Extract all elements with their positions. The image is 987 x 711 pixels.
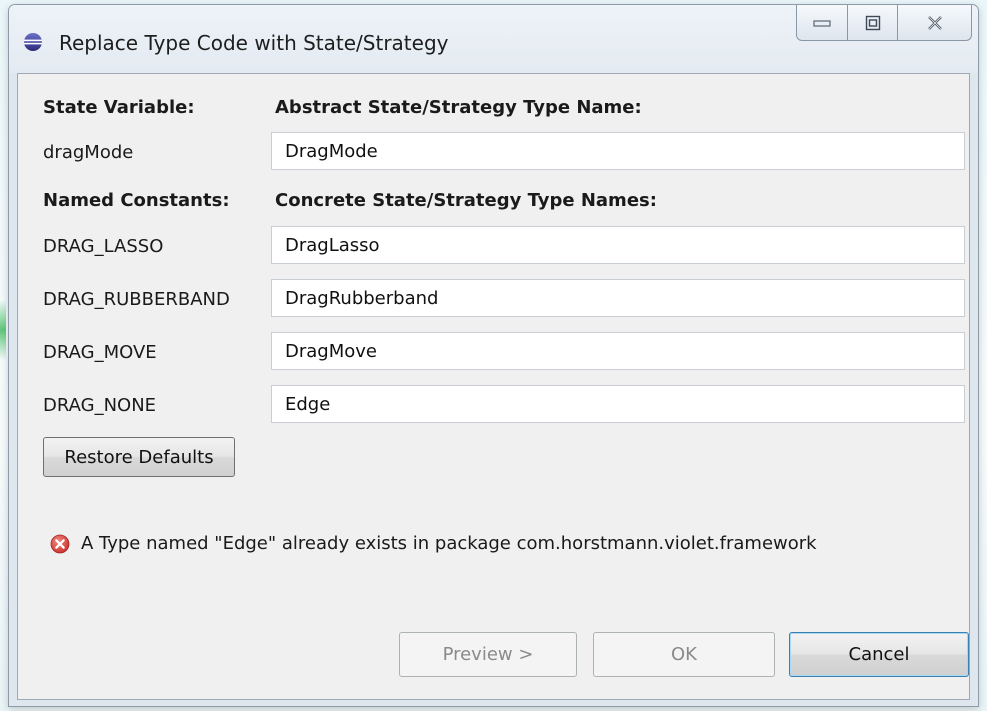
title-bar[interactable]: Replace Type Code with State/Strategy — [9, 5, 978, 73]
concrete-type-input-drag-lasso[interactable] — [271, 226, 965, 264]
abstract-type-name-input[interactable] — [271, 132, 965, 170]
concrete-type-input-drag-move[interactable] — [271, 332, 965, 370]
cancel-button[interactable]: Cancel — [789, 632, 969, 677]
concrete-type-input-drag-rubberband[interactable] — [271, 279, 965, 317]
constant-label-drag-rubberband: DRAG_RUBBERBAND — [43, 289, 230, 310]
window-controls — [796, 5, 972, 43]
concrete-type-names-header: Concrete State/Strategy Type Names: — [275, 190, 657, 211]
concrete-type-input-drag-none[interactable] — [271, 385, 965, 423]
named-constants-header: Named Constants: — [43, 190, 230, 211]
preview-button[interactable]: Preview > — [399, 632, 577, 677]
constant-label-drag-none: DRAG_NONE — [43, 395, 157, 416]
close-icon — [927, 15, 942, 30]
error-message: A Type named "Edge" already exists in pa… — [81, 533, 817, 554]
maximize-button[interactable] — [848, 5, 898, 41]
state-variable-label: dragMode — [43, 142, 134, 163]
dialog-content: State Variable: Abstract State/Strategy … — [17, 73, 970, 700]
maximize-icon — [865, 15, 880, 30]
close-button[interactable] — [898, 5, 972, 41]
constant-label-drag-move: DRAG_MOVE — [43, 342, 157, 363]
dialog-window: Replace Type Code with State/Strategy St… — [8, 4, 979, 707]
minimize-button[interactable] — [796, 5, 848, 41]
ok-button[interactable]: OK — [593, 632, 775, 677]
minimize-icon — [813, 19, 831, 27]
eclipse-icon — [24, 33, 42, 51]
window-title: Replace Type Code with State/Strategy — [59, 31, 449, 55]
abstract-type-name-header: Abstract State/Strategy Type Name: — [275, 97, 642, 118]
restore-defaults-button[interactable]: Restore Defaults — [43, 437, 235, 477]
desktop-accent — [0, 300, 6, 360]
constant-label-drag-lasso: DRAG_LASSO — [43, 236, 164, 257]
error-icon — [50, 534, 70, 554]
state-variable-header: State Variable: — [43, 97, 195, 118]
